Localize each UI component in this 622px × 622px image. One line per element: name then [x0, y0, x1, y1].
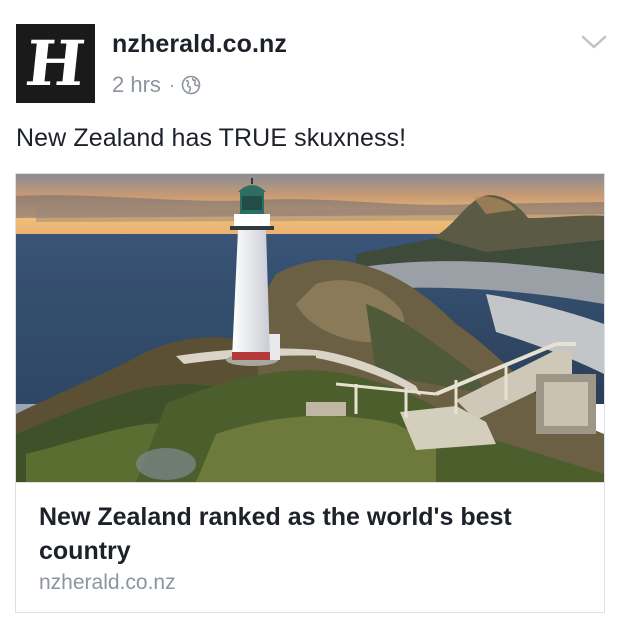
- post-meta: 2 hrs ·: [112, 72, 201, 98]
- link-preview-card[interactable]: New Zealand ranked as the world's best c…: [15, 173, 605, 613]
- post-timestamp[interactable]: 2 hrs: [112, 72, 161, 98]
- card-divider: [16, 482, 604, 483]
- link-preview-image[interactable]: [16, 174, 604, 482]
- link-title[interactable]: New Zealand ranked as the world's best c…: [39, 500, 584, 568]
- post-message: New Zealand has TRUE skuxness!: [16, 124, 407, 152]
- facebook-post: H nzherald.co.nz 2 hrs · New Zealand has…: [0, 0, 622, 622]
- nzherald-logo: H: [22, 26, 89, 100]
- chevron-down-icon[interactable]: [581, 34, 607, 50]
- link-domain: nzherald.co.nz: [39, 571, 176, 594]
- page-avatar[interactable]: H: [16, 24, 95, 103]
- globe-icon[interactable]: [181, 75, 201, 95]
- meta-separator: ·: [168, 74, 175, 95]
- page-name-link[interactable]: nzherald.co.nz: [112, 30, 287, 59]
